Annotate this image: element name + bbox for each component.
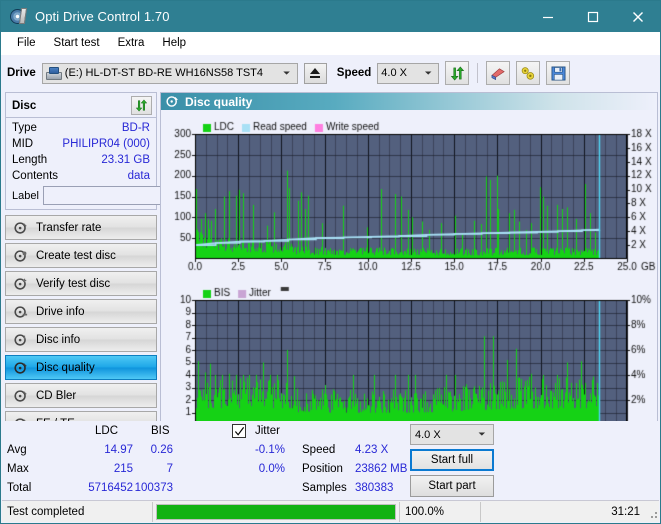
disc-row-mid-value: PHILIPR04 (000) [62,138,150,150]
position-stat-label: Position [302,463,343,475]
menu-help[interactable]: Help [153,35,195,51]
progress-percent: 100.0% [405,505,445,518]
disc-verify-icon [12,277,30,291]
disc-row-type-key: Type [12,122,37,134]
drive-select[interactable]: (E:) HL-DT-ST BD-RE WH16NS58 TST4 ⏷ [41,62,298,84]
menu-file[interactable]: File [8,35,45,51]
disc-panel-rows: Type BD-R MID PHILIPR04 (000) Length 23.… [6,118,245,209]
disc-row-contents-value: data [127,170,150,182]
content-area: Disc Type BD-R MID PHILIPR04 (000) Lengt… [2,92,659,499]
refresh-button[interactable] [445,61,470,85]
disc-info-icon [12,333,30,347]
sidebar-item-label: Disc info [36,333,81,346]
sidebar-item-verify-test-disc[interactable]: Verify test disc [5,271,157,296]
start-full-button[interactable]: Start full [410,449,494,471]
sidebar-item-drive-info[interactable]: Drive info [5,299,157,324]
stats-max-jitter: 0.0% [258,463,285,475]
erase-button[interactable] [486,61,511,85]
save-button[interactable] [546,61,571,85]
stats-avg-jitter: -0.1% [254,444,285,456]
chevron-down-icon: ⏷ [283,67,291,78]
test-speed-select[interactable]: 4.0 X ⏷ [410,424,494,445]
panel-title: Disc quality [185,94,253,109]
sidebar-item-label: Drive info [36,305,85,318]
jitter-checkbox[interactable] [232,424,246,438]
sidebar-item-label: Disc quality [36,361,95,374]
disc-row-mid: MID PHILIPR04 (000) [12,137,150,152]
disc-panel-header: Disc [6,93,156,118]
status-message: Test completed [7,505,85,518]
status-bar: Test completed 100.0% 31:21 [2,500,659,522]
drive-select-value: (E:) HL-DT-ST BD-RE WH16NS58 TST4 [64,67,264,79]
jitter-label: Jitter [255,425,280,437]
sidebar-item-cd-bler[interactable]: CD Bler [5,383,157,408]
stats-max-bis: 7 [166,463,173,475]
chevron-down-icon: ⏷ [424,67,432,78]
sidebar-item-disc-quality[interactable]: Disc quality [5,355,157,380]
sidebar-item-label: CD Bler [36,389,77,402]
disc-row-contents-key: Contents [12,170,59,182]
disc-icon [9,7,28,26]
progress-bar-fill [157,504,395,519]
disc-quality-icon [166,95,179,108]
progress-bar [156,503,396,520]
disc-row-length-key: Length [12,154,48,166]
disc-test-icon [12,221,30,235]
disc-row-length-value: 23.31 GB [101,154,150,166]
cd-bler-icon [12,389,30,403]
stats-panel: LDC BIS Jitter Avg Max Total 14.97 215 5… [3,421,658,499]
drive-info-icon [12,305,30,319]
start-part-button[interactable]: Start part [410,475,494,497]
drive-label: Drive [7,67,36,79]
disc-label-row: Label [12,186,245,205]
stats-total-bis: 100373 [134,482,173,494]
test-speed-select-value: 4.0 X [415,428,441,441]
disc-info-panel: Disc Type BD-R MID PHILIPR04 (000) Lengt… [5,92,245,210]
minimize-icon[interactable] [525,1,570,32]
sidebar-item-label: Verify test disc [36,277,111,290]
elapsed-time: 31:21 [611,505,640,518]
disc-refresh-button[interactable] [131,96,152,115]
speed-label: Speed [336,67,372,79]
title-bar: Opti Drive Control 1.70 [1,1,660,32]
panel-header: Disc quality [161,93,657,110]
chevron-down-icon: ⏷ [478,429,486,439]
menu-start-test[interactable]: Start test [45,35,109,51]
sidebar-item-disc-info[interactable]: Disc info [5,327,157,352]
disc-row-mid-key: MID [12,138,34,150]
menu-extra[interactable]: Extra [109,35,154,51]
window-title: Opti Drive Control 1.70 [35,9,170,24]
sidebar-item-transfer-rate[interactable]: Transfer rate [5,215,157,240]
eject-button[interactable] [303,62,327,84]
speed-select-value: 4.0 X [381,67,407,79]
disc-quality-panel: Disc quality LDC BIS Jitter Avg Max Tota… [3,92,658,499]
disc-burn-icon [12,249,30,263]
toolbar: Drive (E:) HL-DT-ST BD-RE WH16NS58 TST4 … [1,55,660,91]
maximize-icon[interactable] [570,1,615,32]
disc-row-type: Type BD-R [12,121,150,136]
menu-bar: File Start test Extra Help [1,32,660,55]
stats-header-bis: BIS [151,425,170,437]
speed-select[interactable]: 4.0 X ⏷ [377,62,440,84]
tools-button[interactable] [516,61,541,85]
close-icon[interactable] [615,1,660,32]
samples-stat-label: Samples [302,482,347,494]
optical-drive-icon [45,66,62,80]
disc-panel-title: Disc [12,99,37,112]
disc-row-type-value: BD-R [121,122,150,134]
disc-row-length: Length 23.31 GB [12,153,150,168]
sidebar-item-label: Create test disc [36,249,116,262]
resize-grip-icon[interactable] [645,506,657,518]
disc-quality-icon [12,361,30,375]
speed-stat-label: Speed [302,444,336,456]
stats-avg-bis: 0.26 [150,444,173,456]
sidebar-item-label: Transfer rate [36,221,102,234]
disc-label-key: Label [12,189,39,202]
app-window: Opti Drive Control 1.70 File Start test … [0,0,661,524]
disc-quality-charts-canvas [161,110,657,442]
sidebar-item-create-test-disc[interactable]: Create test disc [5,243,157,268]
disc-row-contents: Contents data [12,169,150,184]
